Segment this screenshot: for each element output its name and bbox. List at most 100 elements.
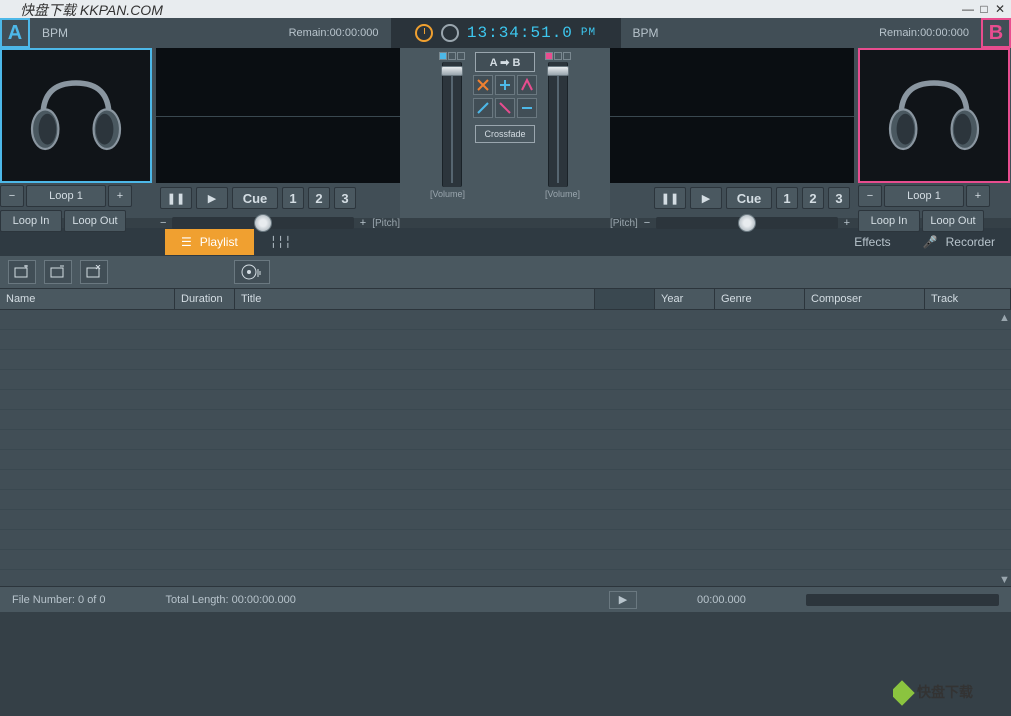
playlist-grid[interactable]: ▲ ▼: [0, 310, 1011, 586]
deck-a-tag: A: [0, 18, 30, 48]
fx-1[interactable]: [473, 75, 493, 95]
deck-b-hotcue-3[interactable]: 3: [828, 187, 850, 209]
deck-b-play[interactable]: ▶: [690, 187, 722, 209]
deck-a-remain-value: 00:00:000: [330, 27, 379, 39]
volume-label-a: [Volume]: [430, 189, 465, 199]
preview-play-button[interactable]: ▶: [609, 591, 637, 609]
deck-a-artwork: [0, 48, 152, 183]
col-genre[interactable]: Genre: [715, 289, 805, 309]
clock-section: 13:34:51.0 PM: [391, 18, 621, 48]
watermark-text: 快盘下载 KKPAN.COM: [20, 0, 163, 20]
tab-effects[interactable]: Effects: [838, 229, 906, 255]
crossfade-button[interactable]: Crossfade: [475, 125, 535, 143]
deck-b-pitch-label: [Pitch]: [610, 218, 638, 229]
deck-b-remain-value: 00:00:000: [920, 27, 969, 39]
title-bar: 快盘下载 KKPAN.COM — □ ✕: [0, 0, 1011, 18]
eq-icon[interactable]: [545, 52, 553, 60]
deck-b-artwork: [858, 48, 1010, 183]
disc-icon[interactable]: [234, 260, 270, 284]
deck-a-loop-out[interactable]: Loop Out: [64, 210, 126, 232]
add-folder-button[interactable]: [8, 260, 36, 284]
deck-b-pause[interactable]: ❚❚: [654, 187, 686, 209]
deck-b-pitch-slider[interactable]: [656, 217, 837, 229]
playlist-grid-header: Name Duration Title Year Genre Composer …: [0, 288, 1011, 310]
timer-icon[interactable]: [441, 24, 459, 42]
col-track[interactable]: Track: [925, 289, 1011, 309]
delete-folder-button[interactable]: [80, 260, 108, 284]
deck-a-cue[interactable]: Cue: [232, 187, 278, 209]
mic-icon: 🎤: [923, 235, 938, 249]
fx-2[interactable]: [495, 75, 515, 95]
eq-icon[interactable]: [554, 52, 562, 60]
deck-b-pitch-plus: +: [844, 217, 850, 229]
deck-a-loop-plus[interactable]: +: [108, 185, 132, 207]
tab-mixer[interactable]: ╎╎╎: [254, 229, 308, 255]
tab-playlist[interactable]: ☰ Playlist: [165, 229, 254, 255]
deck-b-tag: B: [981, 18, 1011, 48]
col-duration[interactable]: Duration: [175, 289, 235, 309]
deck-b-volume-slider[interactable]: [548, 62, 568, 187]
mixer-panel: A ➡ B Crossfade [Volume] [Vol: [400, 48, 610, 218]
clock-icon[interactable]: [415, 24, 433, 42]
crossfade-direction[interactable]: A ➡ B: [475, 52, 535, 72]
mixer-icon: ╎╎╎: [270, 235, 292, 249]
col-year[interactable]: Year: [655, 289, 715, 309]
eq-icon[interactable]: [439, 52, 447, 60]
close-button[interactable]: ✕: [993, 3, 1007, 15]
deck-a-pitch-label: [Pitch]: [372, 218, 400, 229]
deck-a-pause[interactable]: ❚❚: [160, 187, 192, 209]
col-title[interactable]: Title: [235, 289, 595, 309]
playlist-icon: ☰: [181, 235, 192, 249]
deck-a-waveform[interactable]: [156, 48, 400, 183]
clock-ampm: PM: [581, 27, 596, 39]
tab-recorder[interactable]: 🎤 Recorder: [907, 229, 1011, 255]
deck-b-loop-minus[interactable]: −: [858, 185, 882, 207]
deck-b-waveform[interactable]: [610, 48, 854, 183]
col-composer[interactable]: Composer: [805, 289, 925, 309]
col-blank[interactable]: [595, 289, 655, 309]
deck-b-hotcue-2[interactable]: 2: [802, 187, 824, 209]
deck-a-bpm-label: BPM: [42, 26, 68, 40]
fx-3[interactable]: [517, 75, 537, 95]
watermark-logo: 快盘下载: [893, 679, 1003, 712]
preview-slider[interactable]: [806, 594, 999, 606]
fx-5[interactable]: [495, 98, 515, 118]
deck-a-play[interactable]: ▶: [196, 187, 228, 209]
col-name[interactable]: Name: [0, 289, 175, 309]
deck-b-loop-button[interactable]: Loop 1: [884, 185, 964, 207]
deck-a-hotcue-1[interactable]: 1: [282, 187, 304, 209]
volume-label-b: [Volume]: [545, 189, 580, 199]
deck-b-remain-label: Remain:: [879, 27, 920, 39]
eq-icon[interactable]: [448, 52, 456, 60]
deck-a-volume-slider[interactable]: [442, 62, 462, 187]
preview-position: 00:00.000: [697, 594, 746, 606]
deck-b-hotcue-1[interactable]: 1: [776, 187, 798, 209]
deck-a-loop-button[interactable]: Loop 1: [26, 185, 106, 207]
minimize-button[interactable]: —: [961, 3, 975, 15]
sync-icon[interactable]: [563, 52, 571, 60]
sync-icon[interactable]: [457, 52, 465, 60]
fx-4[interactable]: [473, 98, 493, 118]
fx-6[interactable]: [517, 98, 537, 118]
deck-b-cue[interactable]: Cue: [726, 187, 772, 209]
total-length-label: Total Length: 00:00:00.000: [166, 594, 296, 606]
deck-a-pitch-slider[interactable]: [172, 217, 353, 229]
file-number-label: File Number: 0 of 0: [12, 594, 106, 606]
scroll-up-icon[interactable]: ▲: [999, 312, 1009, 322]
svg-text:快盘下载: 快盘下载: [917, 684, 973, 700]
deck-b-bpm-label: BPM: [633, 26, 659, 40]
deck-a-hotcue-2[interactable]: 2: [308, 187, 330, 209]
status-bar: File Number: 0 of 0 Total Length: 00:00:…: [0, 586, 1011, 612]
deck-b-pitch-minus: −: [644, 217, 650, 229]
deck-a-loop-in[interactable]: Loop In: [0, 210, 62, 232]
deck-a-pitch-plus: +: [360, 217, 366, 229]
remove-folder-button[interactable]: [44, 260, 72, 284]
deck-a-pitch-minus: −: [160, 217, 166, 229]
deck-a-hotcue-3[interactable]: 3: [334, 187, 356, 209]
deck-a-remain-label: Remain:: [289, 27, 330, 39]
clock-time: 13:34:51.0: [467, 24, 573, 42]
maximize-button[interactable]: □: [977, 3, 991, 15]
scroll-down-icon[interactable]: ▼: [999, 574, 1009, 584]
deck-a-loop-minus[interactable]: −: [0, 185, 24, 207]
deck-b-loop-plus[interactable]: +: [966, 185, 990, 207]
